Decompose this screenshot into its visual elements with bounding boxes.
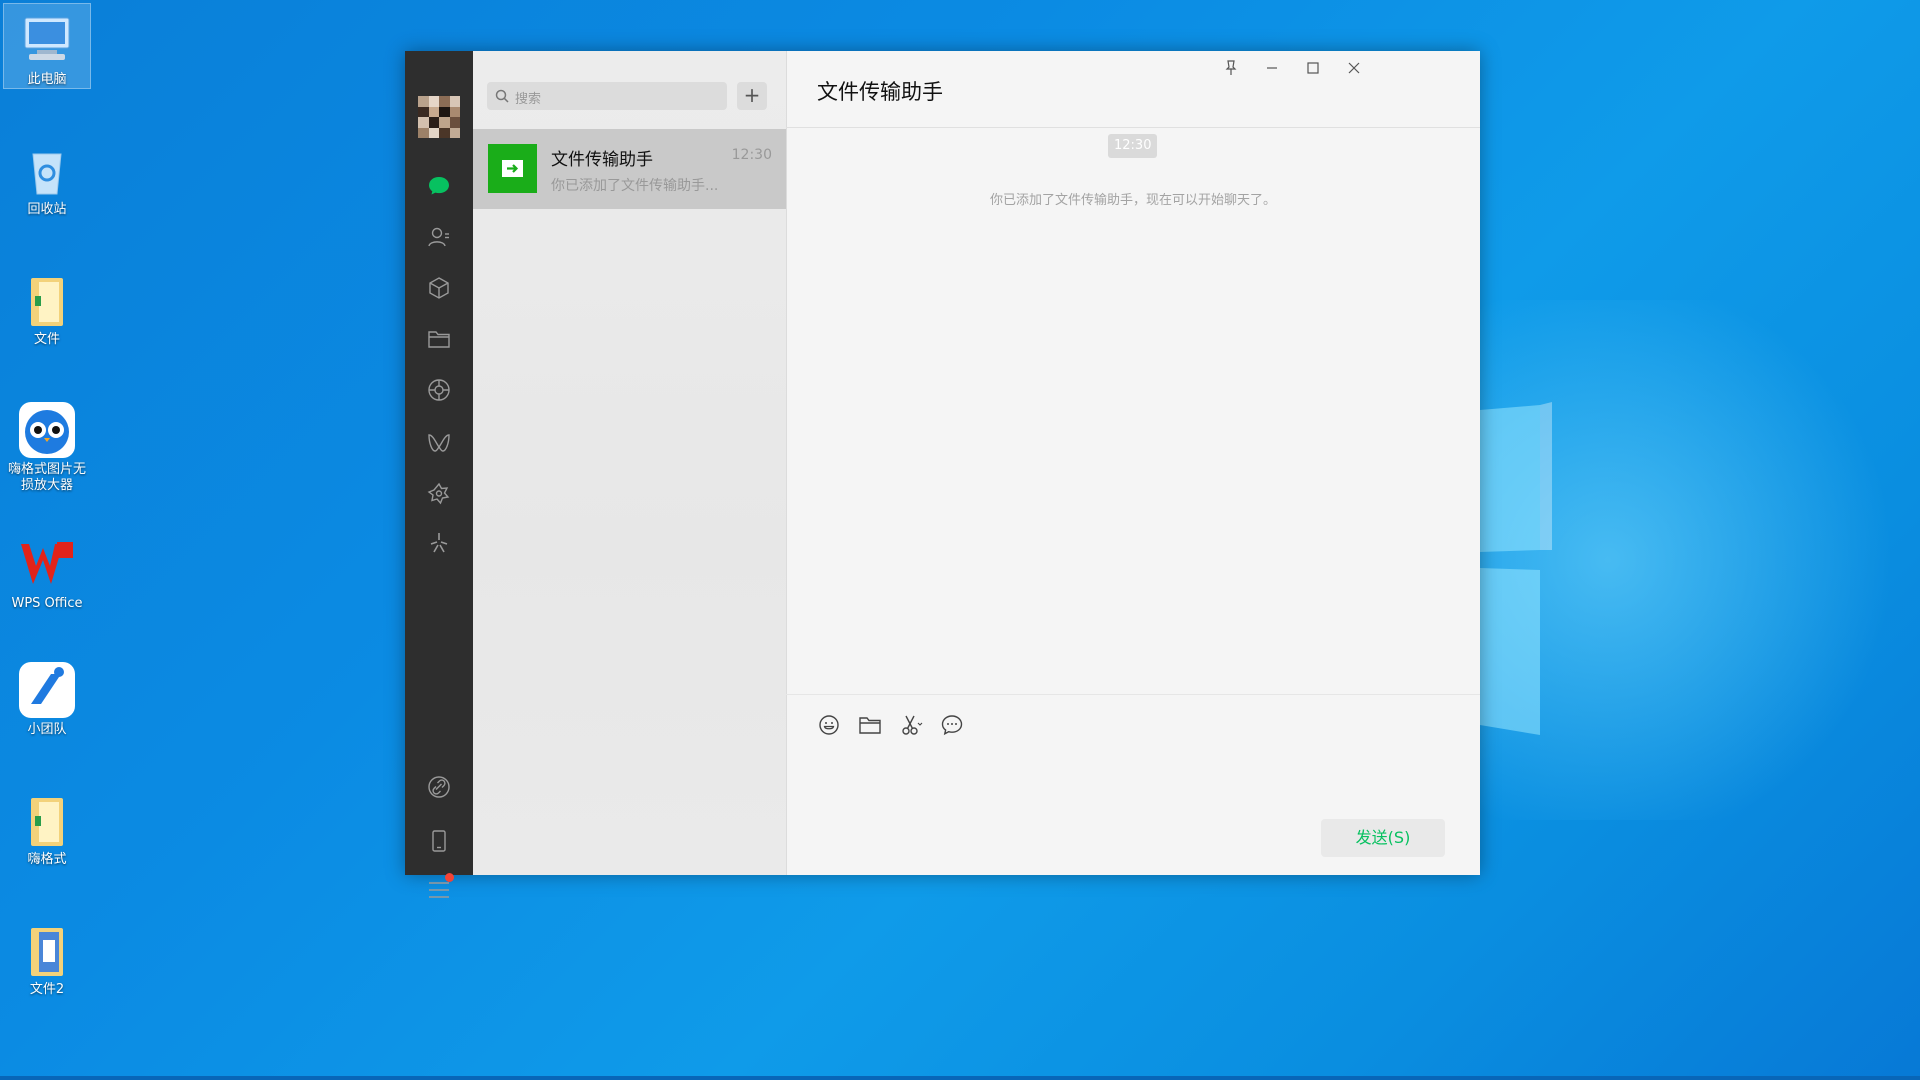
desktop-icon-files[interactable]: 文件 [4, 264, 90, 348]
search-input[interactable]: 搜索 [487, 82, 727, 110]
moments-icon[interactable] [427, 378, 451, 402]
computer-icon [17, 10, 77, 70]
file-transfer-avatar-icon [488, 144, 537, 193]
chat-item-preview: 你已添加了文件传输助手... [551, 178, 719, 194]
message-input-area[interactable]: 发送(S) [786, 694, 1480, 876]
recycle-bin-icon [17, 140, 77, 200]
screenshot-scissors-icon[interactable] [899, 713, 923, 737]
close-icon[interactable] [1339, 55, 1369, 81]
folder-icon [17, 790, 77, 850]
desktop-icon-this-pc[interactable]: 此电脑 [3, 3, 91, 89]
phone-icon[interactable] [427, 829, 451, 853]
minimize-icon[interactable] [1257, 55, 1287, 81]
search-discover-icon[interactable] [427, 531, 451, 555]
maximize-icon[interactable] [1298, 55, 1328, 81]
emoji-icon[interactable] [817, 713, 841, 737]
desktop-icon-haigeshi[interactable]: 嗨格式 [4, 784, 90, 868]
search-icon [495, 89, 509, 103]
miniprogram-icon[interactable] [427, 482, 451, 506]
contacts-icon[interactable] [427, 225, 451, 249]
wechat-sidebar [405, 51, 473, 898]
favorites-icon[interactable] [427, 276, 451, 300]
desktop-icon-label: 此电脑 [27, 72, 67, 87]
folder-send-icon[interactable] [858, 713, 882, 737]
team-app-icon [17, 660, 77, 720]
desktop-icon-owl-app[interactable]: 嗨格式图片无损放大器 [4, 394, 90, 494]
desktop-icon-label: WPS Office [11, 596, 83, 611]
add-chat-button[interactable]: + [737, 82, 767, 110]
folder-blue-icon [17, 920, 77, 980]
link-icon[interactable] [427, 775, 451, 799]
chat-header: 文件传输助手 [786, 51, 1480, 128]
page-title: 文件传输助手 [817, 80, 943, 104]
desktop-icon-label: 文件 [33, 332, 60, 347]
desktop-icon-files2[interactable]: 文件2 [4, 914, 90, 998]
search-placeholder: 搜索 [515, 92, 542, 107]
desktop-icon-team-app[interactable]: 小团队 [4, 654, 90, 738]
desktop-icon-label: 嗨格式图片无损放大器 [7, 462, 86, 493]
desktop-icon-label: 回收站 [27, 202, 67, 217]
chat-list-panel: 搜索 + 文件传输助手 12:30 你已添加了文件传输助手... [473, 51, 787, 875]
chat-main-panel: 文件传输助手 12:30 你已添加了文件传输助手，现在可以开始聊天了。 发送(S… [786, 51, 1480, 875]
desktop-icon-label: 小团队 [27, 722, 67, 737]
send-button[interactable]: 发送(S) [1321, 819, 1445, 857]
folder-icon [17, 270, 77, 330]
chat-history-icon[interactable] [940, 713, 964, 737]
desktop-icon-recycle-bin[interactable]: 回收站 [4, 134, 90, 218]
desktop-icon-label: 文件2 [29, 982, 65, 997]
wechat-window: 搜索 + 文件传输助手 12:30 你已添加了文件传输助手... 文件传输助手 … [405, 51, 1480, 898]
chat-item-time: 12:30 [731, 147, 772, 163]
menu-badge [445, 873, 454, 882]
desktop-icon-label: 嗨格式 [27, 852, 67, 867]
system-message: 你已添加了文件传输助手，现在可以开始聊天了。 [989, 193, 1276, 208]
channels-icon[interactable] [427, 431, 451, 455]
message-timestamp: 12:30 [1108, 134, 1158, 158]
pin-icon[interactable] [1216, 55, 1246, 81]
chat-icon[interactable] [427, 174, 451, 198]
chat-item-name: 文件传输助手 [551, 150, 653, 170]
desktop-icon-wps[interactable]: WPS Office [4, 528, 90, 612]
taskbar-edge [0, 1076, 1920, 1080]
avatar[interactable] [418, 96, 460, 138]
wps-icon [17, 534, 77, 594]
owl-app-icon [17, 400, 77, 460]
files-icon[interactable] [427, 327, 451, 351]
chat-list-item[interactable]: 文件传输助手 12:30 你已添加了文件传输助手... [473, 129, 786, 209]
windows-logo-wallpaper [1480, 402, 1552, 735]
